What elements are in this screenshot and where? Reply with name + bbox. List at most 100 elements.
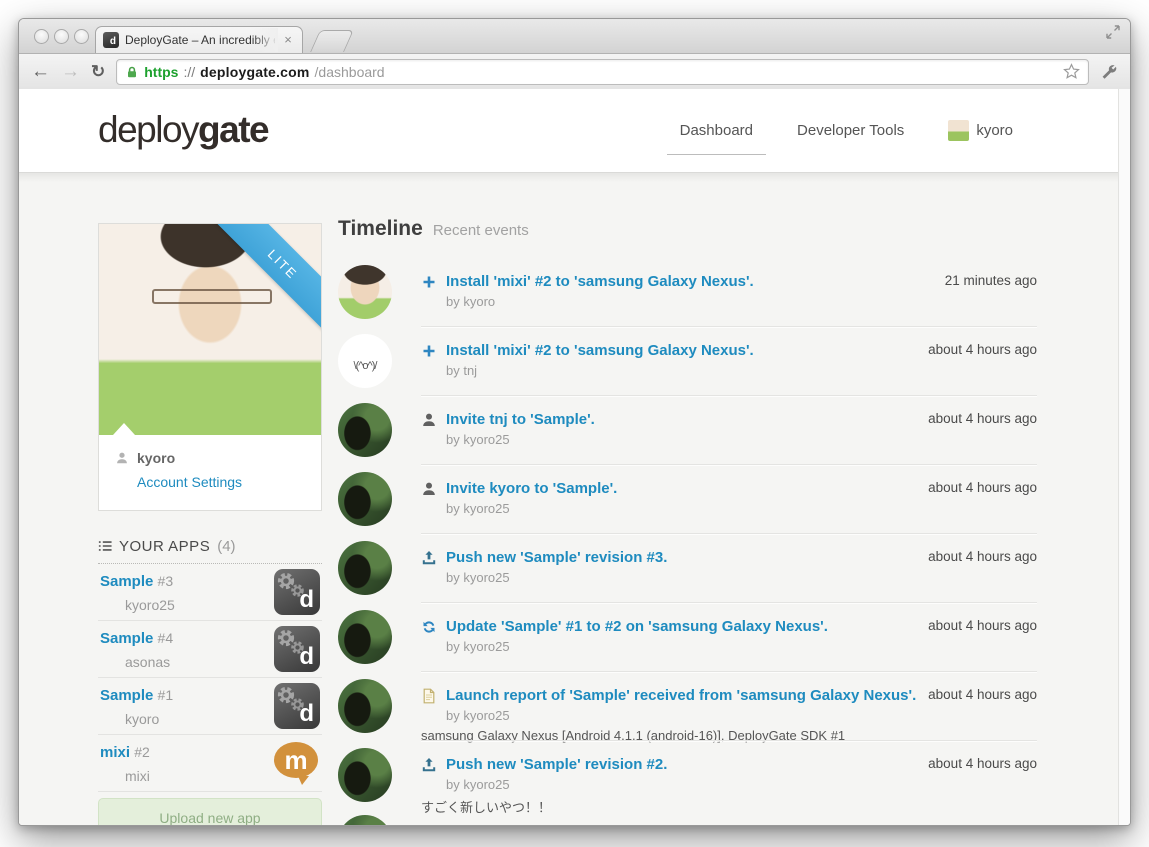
account-settings-link[interactable]: Account Settings xyxy=(137,474,305,490)
app-name-link[interactable]: Sample #1 xyxy=(100,687,173,704)
push-upload-icon xyxy=(422,757,436,771)
url-scheme: https xyxy=(144,63,179,80)
app-icon[interactable]: d m xyxy=(274,683,320,729)
app-name-link[interactable]: Sample #3 xyxy=(100,573,173,590)
app-owner-row: kyoro25 xyxy=(100,596,175,614)
ssl-lock-icon xyxy=(128,66,137,77)
event-author: by kyoro25 xyxy=(446,570,510,585)
new-tab-button[interactable] xyxy=(310,30,354,52)
kaomoji-avatar-text: \(^o^)/ xyxy=(353,360,378,372)
upload-new-app-button[interactable]: Upload new app xyxy=(98,798,322,825)
app-row: Sample #3 kyoro25 d xyxy=(98,564,322,621)
event-title-link[interactable]: Launch report of 'Sample' received from … xyxy=(446,687,916,704)
timeline-title: Timeline xyxy=(338,217,423,240)
bookmark-star-icon[interactable] xyxy=(1063,63,1080,80)
nav-user-menu[interactable]: kyoro xyxy=(948,120,1013,141)
event-type-icon xyxy=(421,757,437,773)
window-close-button[interactable] xyxy=(34,29,49,44)
app-icon[interactable]: d m xyxy=(274,740,320,786)
url-host: deploygate.com xyxy=(200,63,310,80)
event-user-avatar[interactable]: \(^o^)/ xyxy=(338,334,392,388)
web-page: deploygate Dashboard Developer Tools kyo… xyxy=(19,89,1130,825)
forward-button[interactable]: → xyxy=(61,62,80,81)
event-title-link[interactable]: Install 'mixi' #2 to 'samsung Galaxy Nex… xyxy=(446,342,754,359)
app-name: mixi xyxy=(100,744,131,761)
profile-username: kyoro xyxy=(137,450,176,466)
site-header: deploygate Dashboard Developer Tools kyo… xyxy=(19,89,1130,173)
your-apps-label: YOUR APPS xyxy=(119,537,211,555)
expand-window-icon[interactable] xyxy=(1105,24,1121,40)
timeline-event-row: \(^o^)/ Install 'mixi' #2 xyxy=(338,326,1037,395)
event-author: by kyoro25 xyxy=(446,501,510,516)
event-user-avatar[interactable]: \(^o^)/ xyxy=(338,748,392,802)
your-apps-heading: YOUR APPS (4) xyxy=(98,534,322,558)
deploygate-logo[interactable]: deploygate xyxy=(98,109,270,151)
app-revision-number: #1 xyxy=(157,687,174,703)
app-icon[interactable]: d m xyxy=(274,626,320,672)
event-timestamp: 21 minutes ago xyxy=(944,273,1037,288)
report-document-icon xyxy=(423,688,435,703)
owner-avatar xyxy=(100,596,118,614)
event-author: by kyoro25 xyxy=(446,708,510,723)
event-title-link[interactable]: Push new 'Sample' revision #2. xyxy=(446,756,667,773)
owner-name: kyoro25 xyxy=(125,597,175,613)
header-shadow xyxy=(19,173,1130,182)
app-name-link[interactable]: mixi #2 xyxy=(100,744,150,761)
event-user-avatar[interactable]: \(^o^)/ xyxy=(338,265,392,319)
event-type-icon xyxy=(421,481,437,497)
plus-icon xyxy=(423,276,435,287)
timeline-events: \(^o^)/ Install 'mixi' #2 xyxy=(338,257,1037,815)
event-timestamp: about 4 hours ago xyxy=(928,411,1037,426)
app-owner-row: mixi xyxy=(100,767,150,785)
settings-wrench-icon[interactable] xyxy=(1100,63,1118,81)
window-zoom-button[interactable] xyxy=(74,29,89,44)
event-title-link[interactable]: Push new 'Sample' revision #3. xyxy=(446,549,667,566)
event-type-icon xyxy=(421,688,437,704)
update-refresh-icon xyxy=(423,620,435,633)
reload-button[interactable]: ↻ xyxy=(91,62,105,81)
back-button[interactable]: ← xyxy=(31,62,50,81)
app-revision-number: #3 xyxy=(157,573,174,589)
timeline-event-row: \(^o^)/ Push new 'Sample' xyxy=(338,740,1037,815)
your-apps-count: (4) xyxy=(217,537,236,555)
event-timestamp: about 4 hours ago xyxy=(928,618,1037,633)
page-scrollbar[interactable] xyxy=(1118,89,1130,825)
event-type-icon xyxy=(421,343,437,359)
d-letter: d xyxy=(299,700,314,727)
invite-user-icon xyxy=(423,413,435,426)
event-user-avatar[interactable]: \(^o^)/ xyxy=(338,541,392,595)
window-minimize-button[interactable] xyxy=(54,29,69,44)
logo-light: deploy xyxy=(98,109,200,150)
app-icon[interactable]: d m xyxy=(274,569,320,615)
event-user-avatar[interactable]: \(^o^)/ xyxy=(338,472,392,526)
event-type-icon xyxy=(421,619,437,635)
event-title-link[interactable]: Install 'mixi' #2 to 'samsung Galaxy Nex… xyxy=(446,273,754,290)
tab-close-icon[interactable]: × xyxy=(281,33,295,47)
event-author: by tnj xyxy=(446,363,478,378)
event-title-link[interactable]: Update 'Sample' #1 to #2 on 'samsung Gal… xyxy=(446,618,828,635)
browser-tab[interactable]: d DeployGate – An incredibly e × xyxy=(95,26,303,53)
profile-name-row: kyoro xyxy=(115,450,305,466)
app-name: Sample xyxy=(100,630,154,647)
event-user-avatar[interactable]: \(^o^)/ xyxy=(338,679,392,733)
event-title-link[interactable]: Invite kyoro to 'Sample'. xyxy=(446,480,617,497)
person-icon xyxy=(117,452,127,464)
event-title-link[interactable]: Invite tnj to 'Sample'. xyxy=(446,411,595,428)
invite-user-icon xyxy=(423,482,435,495)
app-revision-number: #4 xyxy=(157,630,174,646)
app-name-link[interactable]: Sample #4 xyxy=(100,630,173,647)
d-letter: d xyxy=(299,586,314,613)
event-user-avatar[interactable]: \(^o^)/ xyxy=(338,403,392,457)
profile-photo[interactable]: LITE xyxy=(99,224,321,435)
event-timestamp: about 4 hours ago xyxy=(928,549,1037,564)
nav-developer-tools[interactable]: Developer Tools xyxy=(797,89,904,172)
deploygate-favicon-icon: d xyxy=(103,32,119,48)
owner-name: asonas xyxy=(125,654,171,670)
nav-dashboard[interactable]: Dashboard xyxy=(666,89,767,172)
deploygate-app-icon: d xyxy=(274,569,320,615)
address-bar[interactable]: https:// deploygate.com/dashboard xyxy=(116,58,1089,85)
event-user-avatar[interactable]: \(^o^)/ xyxy=(338,610,392,664)
event-author: by kyoro25 xyxy=(446,639,510,654)
d-letter: d xyxy=(299,643,314,670)
owner-avatar xyxy=(100,767,118,785)
